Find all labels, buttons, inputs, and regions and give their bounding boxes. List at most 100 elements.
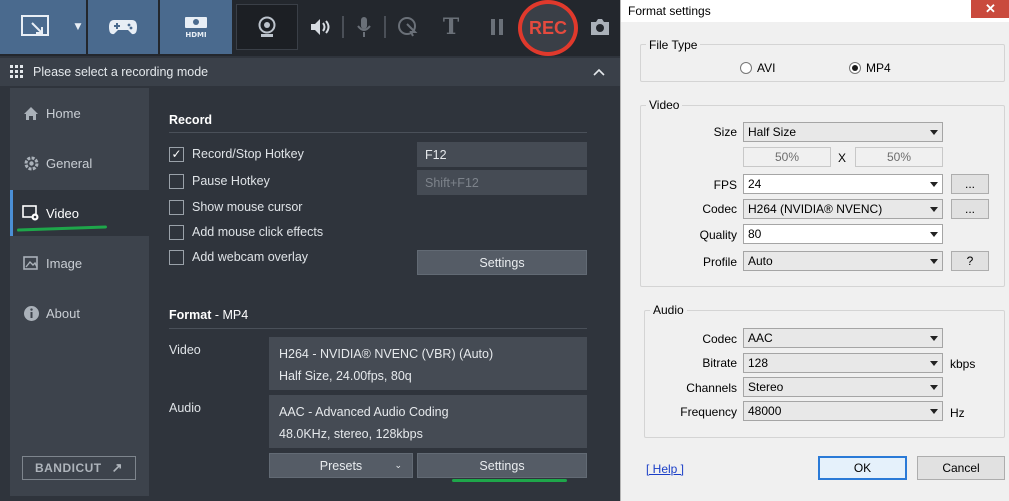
- profile-help-button[interactable]: ?: [951, 251, 989, 271]
- avi-radio[interactable]: AVI: [740, 61, 775, 75]
- webcam-overlay-option[interactable]: Add webcam overlay: [169, 248, 308, 266]
- video-settings-icon: [22, 204, 40, 222]
- pause-button[interactable]: [484, 0, 510, 54]
- frequency-select[interactable]: 48000: [743, 401, 943, 421]
- codec-more-button[interactable]: ...: [951, 199, 989, 219]
- pause-hotkey-option[interactable]: Pause Hotkey: [169, 172, 270, 190]
- sidebar-item-general[interactable]: General: [10, 140, 149, 186]
- grid-menu-icon[interactable]: [10, 65, 24, 79]
- profile-value: Auto: [748, 254, 773, 268]
- speaker-button[interactable]: [308, 0, 334, 54]
- sidebar-item-image[interactable]: Image: [10, 240, 149, 286]
- format-audio-summary: AAC - Advanced Audio Coding 48.0KHz, ste…: [269, 395, 587, 448]
- checkbox-checked[interactable]: ✓: [169, 146, 184, 162]
- record-hotkey-field[interactable]: F12: [417, 142, 587, 167]
- external-link-icon: ↗: [111, 460, 124, 475]
- channels-select[interactable]: Stereo: [743, 377, 943, 397]
- dropdown-arrow-icon: [930, 182, 938, 187]
- webcam-button[interactable]: [236, 4, 298, 50]
- mode-dropdown-button[interactable]: ▼: [70, 0, 86, 54]
- bandicut-button[interactable]: BANDICUT ↗: [22, 456, 136, 480]
- radio-label: MP4: [866, 61, 891, 75]
- dropdown-arrow-icon: [930, 336, 938, 341]
- ok-button[interactable]: OK: [818, 456, 907, 480]
- show-mouse-cursor-option[interactable]: Show mouse cursor: [169, 198, 302, 216]
- profile-select[interactable]: Auto: [743, 251, 943, 271]
- cursor-click-icon: [398, 17, 418, 37]
- size-value: Half Size: [748, 125, 797, 139]
- fps-more-button[interactable]: ...: [951, 174, 989, 194]
- toolbar-divider: [382, 0, 388, 54]
- gear-icon: [22, 154, 40, 172]
- presets-label: Presets: [319, 458, 363, 473]
- checkbox[interactable]: [169, 224, 184, 240]
- format-subtitle: - MP4: [211, 308, 249, 322]
- mp4-radio[interactable]: MP4: [849, 61, 891, 75]
- checkbox[interactable]: [169, 249, 184, 265]
- chevron-up-icon[interactable]: [593, 68, 605, 76]
- home-icon: [22, 104, 40, 122]
- checkbox[interactable]: [169, 199, 184, 215]
- dialog-title: Format settings: [628, 4, 711, 18]
- pause-hotkey-field[interactable]: Shift+F12: [417, 170, 587, 195]
- dropdown-arrow-icon: [930, 259, 938, 264]
- option-label: Add mouse click effects: [192, 225, 324, 239]
- checkbox[interactable]: [169, 173, 184, 189]
- chevron-down-icon: ⌄: [394, 460, 402, 470]
- close-button[interactable]: ✕: [971, 0, 1009, 18]
- sidebar-item-about[interactable]: About: [10, 290, 149, 336]
- video-settings-panel: Record ✓ Record/Stop Hotkey Pause Hotkey…: [149, 88, 606, 496]
- fps-label: FPS: [713, 178, 737, 192]
- sidebar-item-label: General: [46, 155, 93, 171]
- quality-value: 80: [748, 227, 762, 241]
- radio-button-selected[interactable]: [849, 62, 861, 74]
- fps-value: 24: [748, 177, 762, 191]
- divider: [169, 328, 587, 329]
- screenshot-button[interactable]: [586, 0, 614, 54]
- text-overlay-button[interactable]: T: [438, 0, 464, 54]
- mode-bar: Please select a recording mode: [0, 58, 620, 86]
- video-group-title: Video: [646, 98, 683, 112]
- cursor-effect-button[interactable]: [394, 0, 422, 54]
- video-params-summary: Half Size, 24.00fps, 80q: [279, 369, 412, 383]
- audio-codec-select[interactable]: AAC: [743, 328, 943, 348]
- dimension-separator: X: [838, 151, 847, 165]
- audio-codec-label: Codec: [702, 332, 737, 346]
- microphone-button[interactable]: [352, 0, 376, 54]
- format-settings-button[interactable]: Settings: [417, 453, 587, 478]
- width-percent-field[interactable]: 50%: [743, 147, 831, 167]
- mode-bar-text: Please select a recording mode: [33, 65, 209, 79]
- microphone-icon: [357, 17, 371, 37]
- sidebar-item-home[interactable]: Home: [10, 90, 149, 136]
- rec-label: REC: [528, 17, 567, 38]
- video-codec-summary: H264 - NVIDIA® NVENC (VBR) (Auto): [279, 347, 494, 361]
- hdmi-mode-button[interactable]: HDMI: [160, 0, 232, 54]
- bandicam-window: ▼ HDMI T REC Please select a recording m…: [0, 0, 620, 501]
- video-codec-select[interactable]: H264 (NVIDIA® NVENC): [743, 199, 943, 219]
- bitrate-select[interactable]: 128: [743, 353, 943, 373]
- bandicut-label: BANDICUT: [34, 461, 102, 475]
- bitrate-label: Bitrate: [702, 356, 737, 370]
- radio-button[interactable]: [740, 62, 752, 74]
- record-settings-button[interactable]: Settings: [417, 250, 587, 275]
- height-percent-field[interactable]: 50%: [855, 147, 943, 167]
- game-mode-button[interactable]: [88, 0, 158, 54]
- size-select[interactable]: Half Size: [743, 122, 943, 142]
- sidebar-item-label: Image: [46, 255, 83, 271]
- help-link[interactable]: [ Help ]: [646, 462, 684, 476]
- channels-value: Stereo: [748, 380, 784, 394]
- dropdown-arrow-icon: [930, 385, 938, 390]
- quality-select[interactable]: 80: [743, 224, 943, 244]
- presets-button[interactable]: Presets ⌄: [269, 453, 413, 478]
- rec-button[interactable]: REC: [518, 0, 578, 56]
- screen-mode-button[interactable]: [0, 0, 70, 54]
- pause-icon: [491, 19, 503, 35]
- format-title: Format: [169, 308, 212, 322]
- cancel-button[interactable]: Cancel: [917, 456, 1005, 480]
- fps-select[interactable]: 24: [743, 174, 943, 194]
- image-icon: [22, 254, 40, 272]
- chevron-down-icon: ▼: [74, 22, 82, 32]
- record-stop-hotkey-option[interactable]: ✓ Record/Stop Hotkey: [169, 145, 304, 163]
- mouse-click-effects-option[interactable]: Add mouse click effects: [169, 223, 323, 241]
- bitrate-value: 128: [748, 356, 769, 370]
